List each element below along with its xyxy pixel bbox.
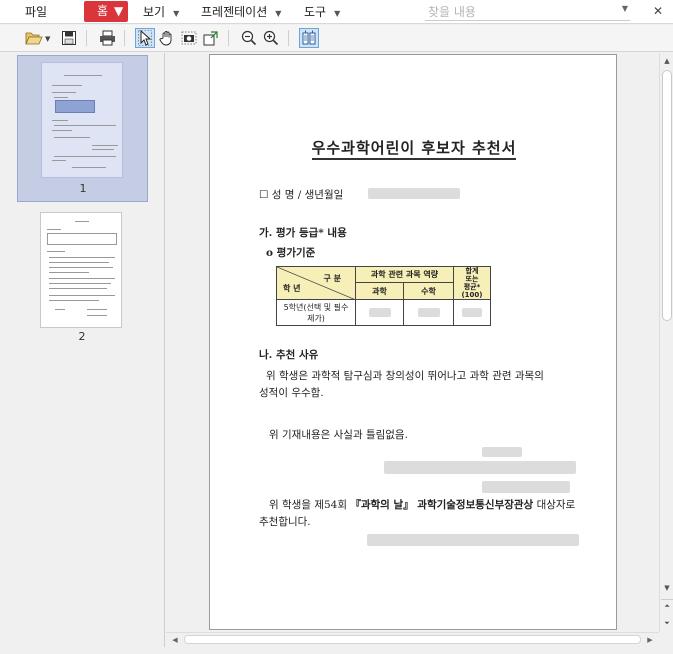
total-score: [453, 299, 491, 326]
menu-home[interactable]: 홈 ▼: [84, 1, 128, 22]
redacted-text: [482, 447, 522, 457]
toolbar-divider: [228, 30, 229, 46]
grade-table: 구 분 학 년 과학 관련 과목 역량 합계 또는 평균* (100) 과학 수…: [276, 266, 491, 326]
total-header: 합계 또는 평균* (100): [453, 266, 491, 300]
toolbar: ▼: [0, 25, 673, 52]
math-score: [403, 299, 454, 326]
thumbnail-page-1[interactable]: 1: [17, 55, 148, 202]
scroll-down-icon[interactable]: ▼: [661, 581, 673, 595]
science-header: 과학: [355, 282, 404, 300]
folder-open-icon[interactable]: [24, 28, 44, 48]
section-a-heading: 가. 평가 등급* 내용: [259, 227, 347, 239]
previous-page-icon[interactable]: ⏶: [661, 599, 673, 613]
competency-header: 과학 관련 과목 역량: [355, 266, 454, 283]
vertical-scrollbar[interactable]: ▲ ▼ ⏶ ⏷: [659, 53, 673, 632]
scrollbar-thumb[interactable]: [662, 70, 672, 321]
status-bar: [0, 647, 673, 654]
reason-line-2: 성적이 우수함.: [259, 387, 324, 399]
redacted-text: [482, 481, 570, 493]
menu-presentation[interactable]: 프레젠테이션 ▼: [201, 0, 281, 24]
menu-file[interactable]: 파일: [25, 0, 47, 24]
grade-row-label: 5학년(선택 및 필수 제가): [276, 299, 356, 326]
toolbar-divider: [86, 30, 87, 46]
zoom-in-icon[interactable]: [261, 28, 281, 48]
save-icon[interactable]: [59, 28, 79, 48]
printer-icon[interactable]: [97, 28, 117, 48]
document-view[interactable]: 우수과학어린이 후보자 추천서 ☐ 성 명 / 생년월일 가. 평가 등급* 내…: [166, 53, 659, 632]
redacted-text: [367, 534, 579, 546]
scrollbar-thumb[interactable]: [184, 635, 641, 644]
document-page: 우수과학어린이 후보자 추천서 ☐ 성 명 / 생년월일 가. 평가 등급* 내…: [209, 54, 617, 630]
chevron-down-icon[interactable]: ▼: [622, 4, 628, 13]
section-b-heading: 나. 추천 사유: [259, 349, 319, 361]
chevron-down-icon: ▼: [114, 4, 124, 18]
fit-page-icon[interactable]: [201, 28, 221, 48]
close-search-icon[interactable]: ✕: [649, 2, 667, 20]
reason-line-1: 위 학생은 과학적 탐구심과 창의성이 뛰어나고 과학 관련 과목의: [266, 370, 544, 382]
recommend-line-2: 추천합니다.: [259, 516, 311, 528]
search-box: ▼: [425, 3, 630, 21]
next-page-icon[interactable]: ⏷: [661, 616, 673, 630]
confirm-text: 위 기재내용은 사실과 틀림없음.: [269, 429, 408, 441]
camera-icon[interactable]: [179, 28, 199, 48]
horizontal-scrollbar[interactable]: ◀ ▶: [166, 632, 659, 646]
chevron-down-icon: ▼: [334, 9, 341, 18]
scroll-up-icon[interactable]: ▲: [661, 54, 673, 68]
columns-icon[interactable]: [299, 28, 319, 48]
scroll-right-icon[interactable]: ▶: [643, 634, 657, 646]
hand-icon[interactable]: [157, 28, 177, 48]
toolbar-divider: [124, 30, 125, 46]
scroll-left-icon[interactable]: ◀: [168, 634, 182, 646]
redacted-text: [384, 461, 576, 474]
thumbnail-image: [40, 212, 122, 328]
thumbnail-panel: 1 2: [0, 53, 165, 654]
chevron-down-icon: ▼: [173, 9, 180, 18]
toolbar-divider: [288, 30, 289, 46]
redacted-text: [368, 188, 460, 199]
chevron-down-icon: ▼: [275, 9, 282, 18]
menu-view[interactable]: 보기 ▼: [143, 0, 179, 24]
recommend-line-1: 위 학생을 제54회 『과학의 날』 과학기술정보통신부장관상 대상자로: [269, 499, 576, 511]
thumbnail-label: 2: [78, 330, 86, 343]
name-label: ☐ 성 명 / 생년월일: [259, 189, 344, 201]
thumbnail-label: 1: [79, 182, 87, 195]
chevron-down-icon[interactable]: ▼: [45, 35, 50, 43]
search-input[interactable]: [425, 3, 615, 20]
menu-bar: 파일 홈▼ 보기▼ 프레젠테이션▼ 도구▼ ▼ ✕: [0, 0, 673, 24]
criteria-heading: o 평가기준: [266, 247, 316, 259]
science-score: [355, 299, 404, 326]
table-corner-cell: 구 분 학 년: [276, 266, 356, 300]
menu-tools[interactable]: 도구 ▼: [304, 0, 340, 24]
thumbnail-image: [41, 62, 123, 178]
math-header: 수학: [403, 282, 454, 300]
document-title: 우수과학어린이 후보자 추천서: [210, 137, 618, 160]
zoom-out-icon[interactable]: [239, 28, 259, 48]
cursor-icon[interactable]: [135, 28, 155, 48]
